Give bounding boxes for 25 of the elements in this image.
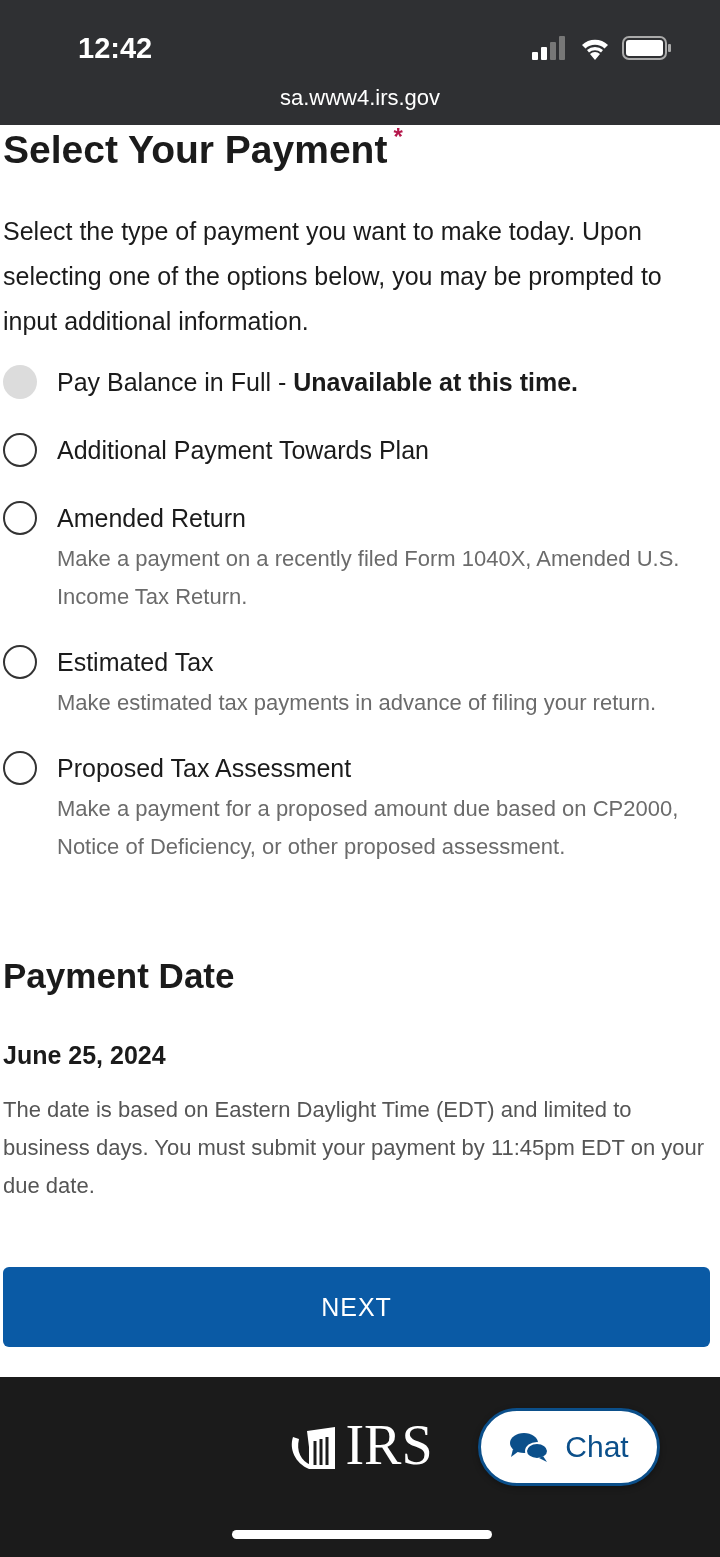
option-label[interactable]: Proposed Tax Assessment <box>57 753 352 783</box>
section-heading: Select Your Payment <box>3 127 388 173</box>
radio-button[interactable] <box>3 433 37 467</box>
required-mark: * <box>393 125 403 149</box>
option-description: Make estimated tax payments in advance of filing your return. <box>57 689 658 717</box>
signal-icon <box>532 36 568 60</box>
irs-logo[interactable]: IRS <box>345 1417 433 1473</box>
option-description: Make a payment for a proposed amount due based on CP2000, Notice of Deficiency, or other proposed assessment. <box>57 795 680 861</box>
intro-text: Select the type of payment you want to make today. Upon selecting one of the options below, you may be prompted to input additional information. <box>3 216 663 337</box>
radio-button[interactable] <box>3 645 37 679</box>
option-label[interactable]: Additional Payment Towards Plan <box>57 435 429 465</box>
battery-icon <box>622 36 672 60</box>
radio-button[interactable] <box>3 501 37 535</box>
option-label[interactable]: Amended Return <box>57 503 246 533</box>
option-label[interactable]: Estimated Tax <box>57 647 214 677</box>
payment-date: June 25, 2024 <box>3 1040 167 1071</box>
chat-button[interactable]: Chat <box>478 1408 660 1486</box>
section-heading: Payment Date <box>3 955 236 997</box>
url-text[interactable]: sa.www4.irs.gov <box>279 85 441 111</box>
option-description: Make a payment on a recently filed Form 1040X, Amended U.S. Income Tax Return. <box>57 545 681 611</box>
status-time: 12:42 <box>78 31 153 65</box>
next-button[interactable]: NEXT <box>3 1267 710 1347</box>
chat-bubbles-icon <box>509 1431 550 1463</box>
date-note: The date is based on Eastern Daylight Time (EDT) and limited to business days. You must submit your payment by 11:45pm EDT on your due date. <box>3 1096 706 1200</box>
radio-button[interactable] <box>3 751 37 785</box>
